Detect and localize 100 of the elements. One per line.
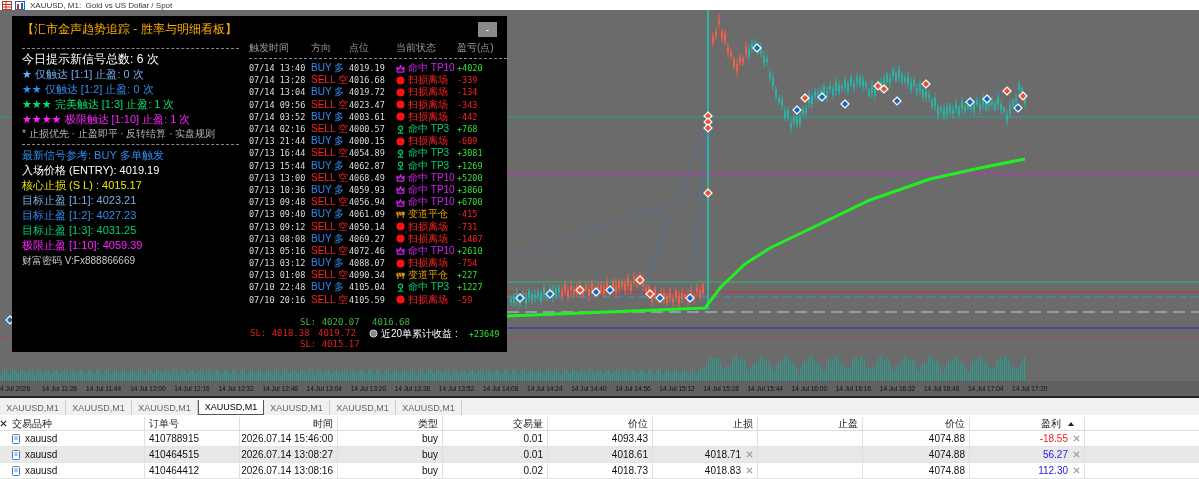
signal-profit: -609 (457, 136, 479, 147)
column-header[interactable]: 类型 (418, 416, 438, 431)
column-header[interactable]: 订单号 (149, 416, 179, 431)
sort-arrow-icon[interactable] (1068, 421, 1074, 426)
barrier-icon (396, 270, 405, 280)
chart-tab[interactable]: XAUUSD,M1 (330, 400, 396, 415)
column-header[interactable]: 价位 (945, 416, 965, 431)
signal-status: 变道平仓 (408, 268, 448, 281)
signal-status: 变道平仓 (408, 207, 448, 221)
table-cell: 4074.88 (928, 433, 965, 444)
diamond-marker (591, 287, 601, 297)
signal-status: 扫损离场 (408, 134, 448, 147)
signal-status: 扫损离场 (408, 110, 448, 123)
signal-direction: BUY 多 (311, 256, 346, 269)
table-cell: -18.55 (1039, 433, 1068, 444)
signal-price: 4069.27 (349, 233, 386, 244)
signal-profit: +1269 (457, 160, 484, 171)
signal-line: 目标止盈 [1:1]: 4023.21 (22, 193, 138, 208)
summary-label: 近20单累计收益 : (381, 326, 458, 341)
signal-line: 核心止损 (S L) : 4015.17 (22, 178, 143, 193)
chart-tab[interactable]: XAUUSD,M1 (66, 400, 132, 415)
signal-time: 07/13 10:36 (249, 184, 307, 195)
column-header: 方向 (311, 41, 332, 55)
table-cell: buy (421, 433, 438, 444)
signal-price: 4054.89 (349, 148, 386, 159)
signal-line: 最新信号参考: BUY 多单触发 (22, 148, 165, 163)
column-header[interactable]: 价位 (628, 416, 648, 431)
dot-icon (396, 258, 405, 268)
signal-price: 4019.19 (349, 63, 386, 74)
diamond-marker (1013, 103, 1023, 113)
signal-direction: SELL 空 (311, 244, 349, 258)
signal-direction: BUY 多 (311, 61, 346, 74)
table-cell: 4018.61 (611, 449, 648, 460)
document-icon (12, 465, 20, 476)
chart-tab[interactable]: XAUUSD,M1 (198, 400, 264, 415)
signal-direction: SELL 空 (311, 195, 349, 209)
diamond-marker (1018, 91, 1028, 101)
signal-direction: SELL 空 (311, 122, 349, 136)
signal-profit: -442 (457, 111, 479, 122)
table-cell: 0.01 (523, 449, 543, 460)
table-cell: 112.30 (1038, 465, 1068, 476)
chart-price-label: SL: 4018.38 (250, 328, 310, 338)
price-level-line (0, 116, 13, 118)
chart-price-label: SL: 4020.07 (300, 317, 360, 327)
signal-time: 07/10 22:48 (249, 282, 307, 293)
signal-price: 4000.57 (349, 124, 386, 135)
column-header: 盈亏(点) (457, 41, 495, 55)
signal-time: 07/13 05:16 (249, 245, 307, 256)
table-cell: 4018.71 (704, 449, 741, 460)
chart-window-icon[interactable] (15, 0, 25, 10)
signal-time: 07/13 09:48 (249, 197, 307, 208)
diamond-marker (817, 92, 827, 102)
signal-profit: +1227 (457, 282, 484, 293)
close-icon[interactable] (0, 420, 7, 427)
signal-price: 4088.07 (349, 258, 386, 269)
document-icon (12, 449, 20, 460)
table-cell: 410464515 (149, 449, 200, 460)
diamond-marker (645, 289, 655, 299)
signal-price: 4090.34 (349, 270, 386, 281)
dot-icon (396, 87, 405, 97)
signal-price: 4000.15 (349, 136, 386, 147)
column-header[interactable]: 时间 (313, 416, 333, 431)
signal-time: 07/14 13:40 (249, 63, 307, 74)
table-cell: 4093.43 (611, 433, 648, 444)
signal-time: 07/14 13:04 (249, 87, 307, 98)
table-cell: xauusd (25, 433, 58, 444)
signal-time: 07/13 21:44 (249, 136, 307, 147)
table-cell: 2026.07.14 15:46:00 (241, 433, 333, 444)
signal-direction: SELL 空 (311, 171, 349, 185)
signal-profit: +227 (457, 270, 479, 281)
signal-status: 扫损离场 (408, 73, 448, 86)
signal-direction: SELL 空 (311, 268, 349, 282)
chart-price-label: 4016.68 (372, 317, 410, 327)
column-header: 触发时间 (249, 41, 290, 55)
diamond-marker (635, 275, 645, 285)
dot-icon (396, 234, 405, 244)
chart-tab[interactable]: XAUUSD,M1 (396, 400, 462, 415)
crown-icon (396, 246, 405, 256)
column-header[interactable]: 盈利 (1041, 416, 1061, 431)
table-cell: buy (421, 465, 438, 476)
column-header: 当前状态 (396, 41, 437, 55)
signal-price: 4105.59 (349, 294, 386, 305)
table-cell: 410464412 (149, 465, 200, 476)
chart-tab[interactable]: XAUUSD,M1 (0, 400, 66, 415)
signal-direction: SELL 空 (311, 292, 349, 307)
column-header[interactable]: 交易品种 (12, 416, 52, 431)
column-header[interactable]: 止盈 (838, 416, 858, 431)
table-icon[interactable] (2, 0, 12, 10)
chart-tab[interactable]: XAUUSD,M1 (264, 400, 330, 415)
column-header[interactable]: 止损 (733, 416, 753, 431)
signal-status: 扫损离场 (408, 256, 448, 269)
diamond-marker (1002, 86, 1012, 96)
signal-time: 07/13 15:44 (249, 160, 307, 171)
diamond-marker (921, 79, 931, 89)
stat-line: 今日提示新信号总数: 6 次 (22, 52, 160, 67)
dot-icon (396, 222, 405, 232)
column-header[interactable]: 交易量 (513, 416, 543, 431)
signal-price: 4019.72 (349, 87, 386, 98)
signal-price: 4105.04 (349, 282, 386, 293)
diamond-marker (605, 285, 615, 295)
